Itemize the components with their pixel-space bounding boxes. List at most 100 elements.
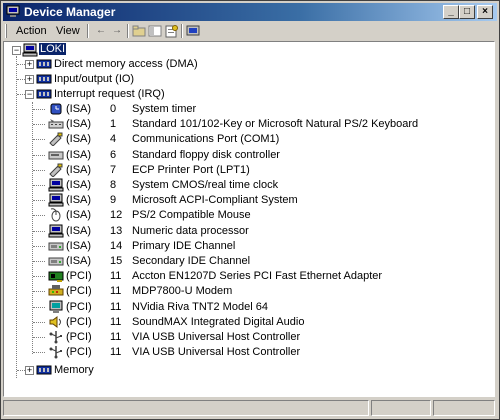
up-folder-icon[interactable] [131, 24, 147, 38]
irq-number: 8 [110, 179, 117, 191]
port-icon [49, 132, 63, 146]
show-hide-tree-icon[interactable] [147, 24, 163, 38]
irq-device-row[interactable]: (ISA) 4 Communications Port (COM1) [66, 132, 279, 147]
minimize-button[interactable]: _ [443, 5, 459, 19]
modem-icon [48, 285, 64, 296]
tree-guide-line [33, 276, 45, 277]
tree-guide-line [17, 370, 25, 371]
tree-guide-line [33, 200, 45, 201]
tree-category-memory[interactable]: Memory [54, 363, 94, 378]
window-title: Device Manager [24, 5, 116, 19]
toolbar-grip [5, 24, 7, 38]
memory-category-icon [36, 365, 52, 375]
irq-device-row[interactable]: (ISA) 6 Standard floppy disk controller [66, 148, 280, 163]
irq-device-row[interactable]: (PCI) 11 NVidia Riva TNT2 Model 64 [66, 300, 268, 315]
irq-bus-type: (PCI) [66, 331, 92, 343]
tree-guide-line [33, 139, 45, 140]
irq-device-row[interactable]: (ISA) 12 PS/2 Compatible Mouse [66, 208, 251, 223]
toolbar-separator [127, 24, 129, 38]
tree-category-irq[interactable]: Interrupt request (IRQ) [54, 87, 165, 102]
irq-bus-type: (ISA) [66, 118, 92, 130]
irq-device-row[interactable]: (PCI) 11 VIA USB Universal Host Controller [66, 330, 300, 345]
floppy-controller-icon [48, 151, 64, 160]
irq-device-name: Microsoft ACPI-Compliant System [132, 194, 298, 206]
tree-category-dma[interactable]: Direct memory access (DMA) [54, 57, 198, 72]
mouse-icon [50, 208, 61, 222]
irq-device-row[interactable]: (ISA) 7 ECP Printer Port (LPT1) [66, 163, 250, 178]
tree-guide-line [33, 261, 45, 262]
tree-guide-line [33, 215, 45, 216]
menu-action[interactable]: Action [13, 23, 50, 39]
irq-number: 11 [110, 346, 122, 358]
irq-bus-type: (PCI) [66, 270, 92, 282]
usb-icon [49, 331, 62, 344]
title-bar[interactable]: Device Manager _ □ × [3, 3, 497, 21]
irq-device-name: Accton EN1207D Series PCI Fast Ethernet … [132, 270, 383, 282]
io-expand-toggle[interactable]: + [25, 75, 34, 84]
irq-bus-type: (ISA) [66, 255, 92, 267]
irq-bus-type: (ISA) [66, 225, 92, 237]
irq-device-row[interactable]: (ISA) 0 System timer [66, 102, 196, 117]
status-panel-3 [433, 400, 495, 416]
forward-arrow-icon[interactable]: → [109, 24, 125, 38]
irq-device-row[interactable]: (ISA) 1 Standard 101/102-Key or Microsoft … [66, 117, 418, 132]
tree-guide-line [17, 64, 25, 65]
ide-controller-icon [48, 242, 64, 251]
irq-number: 6 [110, 149, 117, 161]
memory-expand-toggle[interactable]: + [25, 366, 34, 375]
irq-collapse-toggle[interactable]: − [25, 90, 34, 99]
scan-hardware-icon[interactable] [185, 24, 201, 38]
tree-guide-line [33, 231, 45, 232]
sound-icon [49, 316, 61, 328]
tree-guide-line [33, 109, 45, 110]
irq-number: 12 [110, 209, 123, 221]
irq-number: 11 [110, 331, 122, 343]
irq-device-name: Standard 101/102-Key or Microsoft Natura… [132, 118, 419, 130]
irq-device-row[interactable]: (PCI) 11 VIA USB Universal Host Controller [66, 345, 300, 360]
irq-bus-type: (ISA) [66, 164, 92, 176]
irq-device-row[interactable]: (ISA) 13 Numeric data processor [66, 224, 249, 239]
irq-number: 11 [110, 285, 122, 297]
irq-device-name: Communications Port (COM1) [132, 133, 280, 145]
system-device-icon [48, 224, 64, 238]
tree-guide-line [17, 79, 25, 80]
irq-device-name: Primary IDE Channel [132, 240, 236, 252]
keyboard-icon [48, 119, 64, 129]
back-arrow-icon[interactable]: ← [93, 24, 109, 38]
port-icon [49, 163, 63, 177]
tree-guide-line [33, 124, 45, 125]
irq-device-row[interactable]: (ISA) 15 Secondary IDE Channel [66, 254, 250, 269]
irq-device-name: NVidia Riva TNT2 Model 64 [132, 301, 268, 313]
device-manager-window: Device Manager _ □ × Action View ← → − L… [0, 0, 500, 420]
tree-guide-line [33, 307, 45, 308]
irq-device-name: VIA USB Universal Host Controller [132, 346, 301, 358]
menu-toolbar: Action View ← → [3, 22, 497, 40]
irq-number: 9 [110, 194, 117, 206]
irq-device-row[interactable]: (PCI) 11 Accton EN1207D Series PCI Fast Et… [66, 269, 382, 284]
close-button[interactable]: × [477, 5, 493, 19]
irq-device-name: SoundMAX Integrated Digital Audio [132, 316, 305, 328]
maximize-button[interactable]: □ [459, 5, 475, 19]
tree-root-loki[interactable]: LOKI [39, 42, 67, 57]
irq-bus-type: (ISA) [66, 179, 92, 191]
tree-guide-line [33, 352, 45, 353]
device-tree[interactable]: − LOKI + Direct memory access (DMA) + In… [3, 41, 495, 397]
irq-device-row[interactable]: (ISA) 14 Primary IDE Channel [66, 239, 235, 254]
tree-category-io[interactable]: Input/output (IO) [54, 72, 134, 87]
root-collapse-toggle[interactable]: − [12, 46, 21, 55]
menu-view[interactable]: View [53, 23, 83, 39]
tree-guide-line [16, 56, 17, 378]
properties-icon[interactable] [163, 24, 179, 38]
tree-guide-line [33, 185, 45, 186]
irq-category-icon [36, 89, 52, 99]
irq-device-row[interactable]: (ISA) 8 System CMOS/real time clock [66, 178, 278, 193]
irq-number: 4 [110, 133, 117, 145]
irq-device-row[interactable]: (PCI) 11 SoundMAX Integrated Digital Audio [66, 315, 304, 330]
irq-number: 14 [110, 240, 123, 252]
irq-device-row[interactable]: (ISA) 9 Microsoft ACPI-Compliant System [66, 193, 298, 208]
irq-device-name: MDP7800-U Modem [132, 285, 233, 297]
dma-expand-toggle[interactable]: + [25, 60, 34, 69]
toolbar-separator [87, 24, 89, 38]
tree-guide-line [33, 155, 45, 156]
irq-device-row[interactable]: (PCI) 11 MDP7800-U Modem [66, 284, 232, 299]
